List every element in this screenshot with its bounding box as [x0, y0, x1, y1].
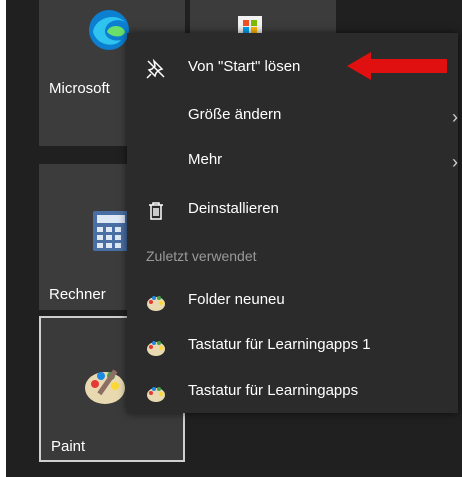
chevron-right-icon: ›	[452, 152, 458, 172]
recent-item[interactable]: Tastatur für Learningapps 1	[127, 326, 458, 366]
recent-item[interactable]: Tastatur für Learningapps	[127, 372, 458, 412]
menu-item-label: Von "Start" lösen	[188, 58, 301, 75]
chevron-right-icon: ›	[452, 107, 458, 127]
store-icon	[237, 10, 263, 34]
paint-icon	[83, 362, 129, 408]
recent-item-label: Tastatur für Learningapps 1	[188, 336, 371, 353]
menu-item-label: Deinstallieren	[188, 200, 279, 217]
menu-item-uninstall[interactable]: Deinstallieren	[127, 190, 458, 230]
menu-item-label: Mehr	[188, 151, 223, 168]
recent-item-label: Folder neuneu	[188, 291, 285, 308]
trash-icon	[145, 200, 167, 222]
paint-small-icon	[145, 382, 167, 404]
recent-section-header: Zuletzt verwendet	[146, 248, 257, 264]
tile-label: Paint	[51, 438, 86, 455]
context-menu: Von "Start" lösen Größe ändern › Mehr › …	[127, 33, 458, 413]
paint-small-icon	[145, 336, 167, 358]
edge-icon	[87, 8, 131, 52]
tile-label: Rechner	[49, 286, 106, 303]
recent-item-label: Tastatur für Learningapps	[188, 382, 359, 399]
menu-item-label: Größe ändern	[188, 106, 282, 123]
tile-label: Microsoft	[49, 80, 110, 97]
calculator-icon	[91, 209, 131, 253]
paint-small-icon	[145, 291, 167, 313]
recent-item[interactable]: Folder neuneu	[127, 281, 458, 321]
menu-item-more[interactable]: Mehr ›	[127, 141, 458, 181]
menu-item-resize[interactable]: Größe ändern ›	[127, 96, 458, 136]
unpin-icon	[145, 58, 167, 80]
annotation-arrow	[345, 50, 449, 87]
